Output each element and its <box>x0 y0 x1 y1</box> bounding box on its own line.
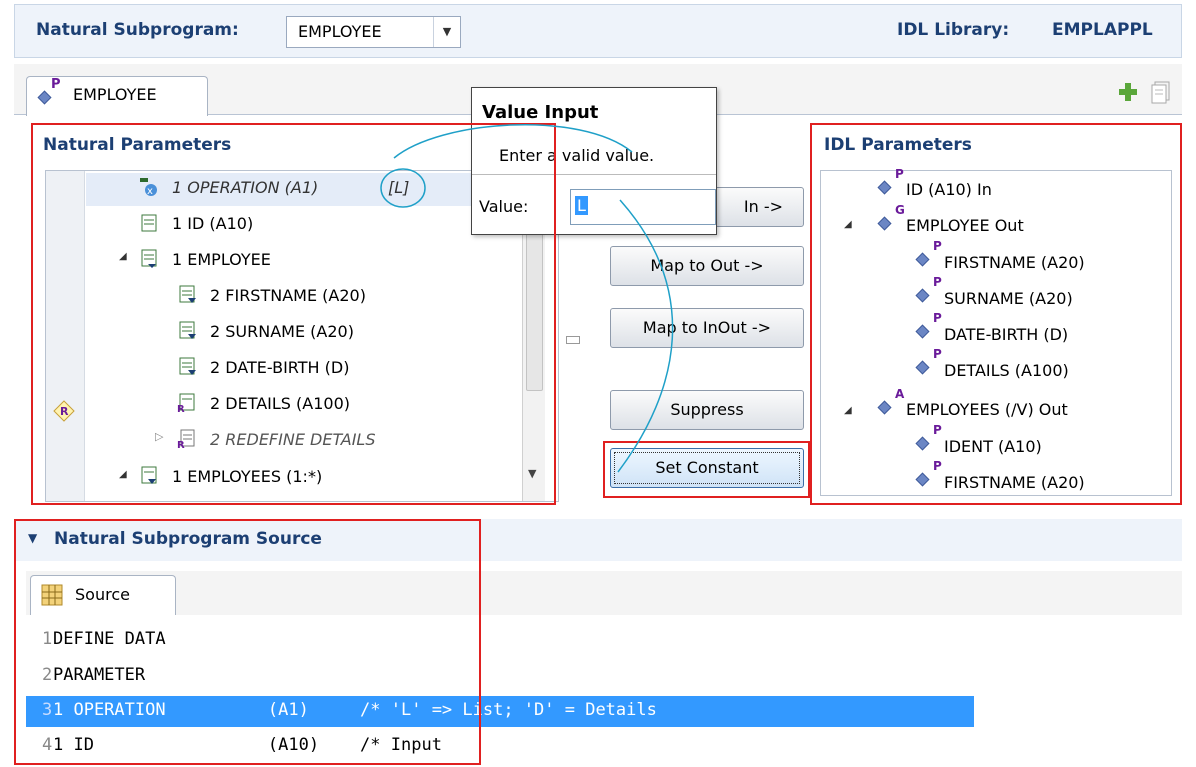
map-to-inout-button[interactable]: Map to InOut -> <box>610 308 804 348</box>
value-input-popup: Value Input Enter a valid value. Value: … <box>471 87 717 235</box>
idl-item-date-birth[interactable]: DATE-BIRTH (D) <box>944 325 1068 344</box>
tree-collapse-icon[interactable]: ▷ <box>155 430 163 443</box>
operation-field-icon: x <box>140 178 157 197</box>
tree-expand-icon[interactable]: ◢ <box>844 405 852 416</box>
idl-item-employees[interactable]: EMPLOYEES (/V) Out <box>906 400 1068 419</box>
scroll-down-arrow[interactable]: ▼ <box>528 467 536 480</box>
section-collapse-icon[interactable]: ▼ <box>28 531 37 545</box>
idl-tree-rows: P ID (A10) In ◢ G EMPLOYEE Out P FIRSTNA… <box>812 123 1182 505</box>
idl-item-firstname-2[interactable]: FIRSTNAME (A20) <box>944 473 1085 492</box>
source-section: ▼ Natural Subprogram Source Source 1 DEF… <box>14 519 1182 767</box>
chevron-down-icon[interactable]: ▼ <box>433 17 460 47</box>
field-icon <box>141 214 157 232</box>
tree-item-employee[interactable]: 1 EMPLOYEE <box>172 250 271 269</box>
tab-source-label: Source <box>75 585 130 604</box>
tree-expand-icon[interactable]: ◢ <box>119 469 127 480</box>
tree-item-employees[interactable]: 1 EMPLOYEES (1:*) <box>172 467 322 486</box>
redefine-marker-icon: R <box>53 400 75 422</box>
param-badge: P <box>933 311 942 325</box>
field-icon <box>179 285 196 303</box>
tab-employee[interactable]: P EMPLOYEE <box>26 76 208 116</box>
param-badge: A <box>895 387 905 401</box>
source-editor[interactable]: 1 DEFINE DATA 2 PARAMETER 3 1 OPERATION … <box>26 615 1182 767</box>
tree-item-date-birth[interactable]: 2 DATE-BIRTH (D) <box>210 358 349 377</box>
tree-item-redefine-details[interactable]: 2 REDEFINE DETAILS <box>210 430 375 449</box>
param-badge: P <box>933 347 942 361</box>
idl-library-label: IDL Library: <box>897 20 1010 40</box>
tab-label: EMPLOYEE <box>73 85 157 104</box>
subprogram-label: Natural Subprogram: <box>36 20 239 40</box>
popup-value-label: Value: <box>479 197 529 216</box>
suppress-button[interactable]: Suppress <box>610 390 804 430</box>
code-line[interactable]: 1 ID (A10) /* Input <box>53 735 442 755</box>
set-constant-button[interactable]: Set Constant <box>610 448 804 488</box>
popup-title: Value Input <box>482 102 599 123</box>
idl-item-id[interactable]: ID (A10) In <box>906 180 992 199</box>
svg-text:R: R <box>177 440 185 449</box>
source-section-title: Natural Subprogram Source <box>54 529 322 549</box>
param-badge: G <box>895 203 905 217</box>
param-badge: P <box>933 239 942 253</box>
code-line-selected[interactable]: 1 OPERATION (A1) /* 'L' => List; 'D' = D… <box>53 700 657 720</box>
param-badge: P <box>933 275 942 289</box>
idl-item-firstname[interactable]: FIRSTNAME (A20) <box>944 253 1085 272</box>
svg-text:R: R <box>177 404 185 413</box>
tree-item-operation[interactable]: 1 OPERATION (A1) <box>172 178 318 197</box>
line-number: 4 <box>42 735 53 755</box>
code-line[interactable]: PARAMETER <box>53 665 145 685</box>
redefined-field-icon: R <box>177 393 195 413</box>
idl-item-details[interactable]: DETAILS (A100) <box>944 361 1069 380</box>
source-tab-bar: Source <box>26 571 1182 616</box>
svg-text:x: x <box>147 186 153 197</box>
group-icon <box>141 249 157 268</box>
subprogram-combo[interactable]: EMPLOYEE ▼ <box>286 16 461 48</box>
idl-item-employee[interactable]: EMPLOYEE Out <box>906 216 1024 235</box>
param-badge: P <box>933 459 942 473</box>
redefine-icon: R <box>177 429 195 449</box>
tree-item-firstname[interactable]: 2 FIRSTNAME (A20) <box>210 286 366 305</box>
source-grid-icon <box>41 584 63 606</box>
tab-badge: P <box>51 77 61 92</box>
tree-item-id[interactable]: 1 ID (A10) <box>172 214 253 233</box>
map-to-out-button[interactable]: Map to Out -> <box>610 246 804 286</box>
idl-item-ident[interactable]: IDENT (A10) <box>944 437 1042 456</box>
svg-text:R: R <box>60 405 69 418</box>
tree-item-surname[interactable]: 2 SURNAME (A20) <box>210 322 354 341</box>
tree-expand-icon[interactable]: ◢ <box>844 219 852 230</box>
field-icon <box>179 357 196 375</box>
field-icon <box>179 321 196 339</box>
idl-library-value: EMPLAPPL <box>1052 20 1153 40</box>
param-badge: P <box>933 423 942 437</box>
popup-value-selected: L <box>575 196 588 215</box>
line-number: 3 <box>42 700 53 720</box>
code-line[interactable]: DEFINE DATA <box>53 629 166 649</box>
add-icon[interactable] <box>1118 82 1138 102</box>
copy-icon[interactable] <box>1150 80 1172 104</box>
tree-item-details[interactable]: 2 DETAILS (A100) <box>210 394 350 413</box>
tree-expand-icon[interactable]: ◢ <box>119 251 127 262</box>
tree-item-operation-constant: [L] <box>388 178 410 197</box>
array-group-icon <box>141 466 157 484</box>
tree-ruler <box>46 171 85 501</box>
natural-parameters-title: Natural Parameters <box>43 135 232 155</box>
line-number: 1 <box>42 629 53 649</box>
popup-value-input[interactable]: L <box>570 189 716 225</box>
line-number: 2 <box>42 665 53 685</box>
param-badge: P <box>895 167 904 181</box>
header-bar: Natural Subprogram: EMPLOYEE ▼ IDL Libra… <box>14 4 1182 58</box>
idl-item-surname[interactable]: SURNAME (A20) <box>944 289 1073 308</box>
subprogram-combo-value: EMPLOYEE <box>298 22 382 41</box>
popup-message: Enter a valid value. <box>499 146 655 165</box>
panel-sash[interactable] <box>560 300 580 380</box>
tab-source[interactable]: Source <box>30 575 176 616</box>
